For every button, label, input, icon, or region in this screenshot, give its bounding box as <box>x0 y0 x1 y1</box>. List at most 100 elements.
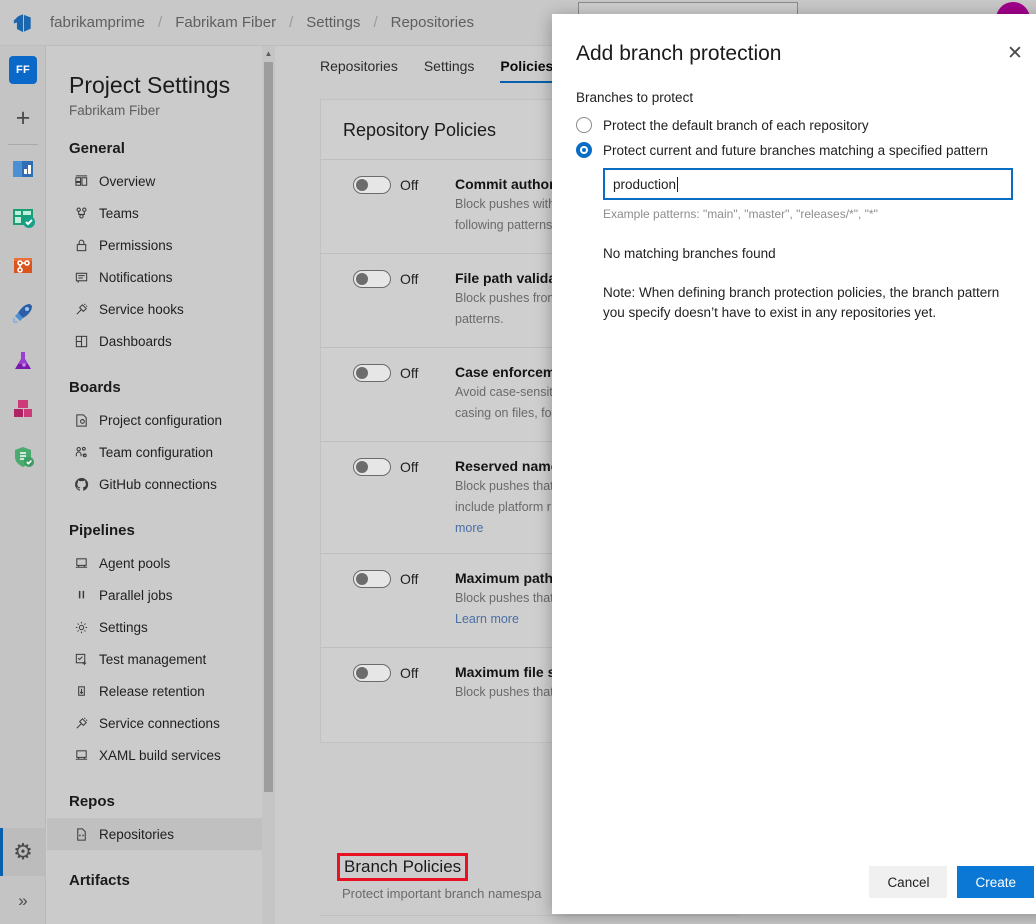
sidebar-item-label: Team configuration <box>99 445 213 460</box>
toggle-state-label: Off <box>400 459 418 475</box>
sidebar-item-label: Project configuration <box>99 413 222 428</box>
agent-pool-icon <box>73 747 89 763</box>
sidebar-item-permissions[interactable]: Permissions <box>47 229 275 261</box>
toggle-switch[interactable] <box>353 664 391 682</box>
policy-text: Commit author Block pushes with followin… <box>455 176 563 234</box>
sidebar-item-test-management[interactable]: Test management <box>47 643 275 675</box>
page-title: Project Settings <box>47 46 275 99</box>
sidebar-item-label: Agent pools <box>99 556 170 571</box>
close-icon[interactable]: ✕ <box>1000 38 1030 68</box>
toggle-switch[interactable] <box>353 458 391 476</box>
rail-item-overview[interactable] <box>0 147 46 195</box>
policy-description: patterns. <box>455 310 558 328</box>
azure-devops-logo-icon[interactable] <box>0 0 46 46</box>
artifacts-icon <box>10 396 36 427</box>
sidebar-item-project-configuration[interactable]: Project configuration <box>47 404 275 436</box>
policy-toggle-commit-author[interactable]: Off <box>321 176 455 194</box>
toggle-state-label: Off <box>400 365 418 381</box>
sidebar-scrollbar[interactable]: ▲ <box>262 46 275 924</box>
sidebar-item-label: Repositories <box>99 827 174 842</box>
breadcrumb-item-project[interactable]: Fabrikam Fiber <box>171 14 280 31</box>
no-matching-branches-message: No matching branches found <box>603 246 1028 261</box>
rail-item-repos[interactable] <box>0 243 46 291</box>
sidebar-item-team-configuration[interactable]: Team configuration <box>47 436 275 468</box>
radio-label: Protect the default branch of each repos… <box>603 118 869 133</box>
breadcrumb-item-org[interactable]: fabrikamprime <box>46 14 149 31</box>
policy-toggle-maximum-path-length[interactable]: Off <box>321 570 455 588</box>
rail-expand-button[interactable]: » <box>0 876 46 924</box>
create-new-button[interactable]: + <box>0 94 46 142</box>
tab-policies[interactable]: Policies <box>500 58 553 83</box>
breadcrumb-item-repositories[interactable]: Repositories <box>387 14 478 31</box>
tab-repositories[interactable]: Repositories <box>320 58 398 83</box>
sidebar-item-label: Test management <box>99 652 206 667</box>
policy-toggle-file-path-validation[interactable]: Off <box>321 270 455 288</box>
create-button[interactable]: Create <box>957 866 1034 898</box>
rail-item-pipelines[interactable] <box>0 291 46 339</box>
toggle-switch[interactable] <box>353 270 391 288</box>
policy-text: File path valida Block pushes from patte… <box>455 270 566 328</box>
policy-toggle-reserved-names[interactable]: Off <box>321 458 455 476</box>
sidebar-item-parallel-jobs[interactable]: Parallel jobs <box>47 579 275 611</box>
sidebar-item-xaml-build-services[interactable]: XAML build services <box>47 739 275 771</box>
radio-button-selected[interactable] <box>576 142 592 158</box>
policy-learn-more-link[interactable]: more <box>455 519 559 537</box>
toggle-switch[interactable] <box>353 570 391 588</box>
sidebar-item-github-connections[interactable]: GitHub connections <box>47 468 275 500</box>
policy-title: Maximum file s <box>455 664 555 680</box>
breadcrumb-item-settings[interactable]: Settings <box>302 14 364 31</box>
tab-settings[interactable]: Settings <box>424 58 475 83</box>
rail-item-advanced-security[interactable] <box>0 435 46 483</box>
toggle-knob <box>356 367 368 379</box>
toggle-switch[interactable] <box>353 176 391 194</box>
sidebar-item-label: Overview <box>99 174 155 189</box>
sidebar-item-label: GitHub connections <box>99 477 217 492</box>
dialog-body: Branches to protect Protect the default … <box>552 68 1036 323</box>
rail-item-boards[interactable] <box>0 195 46 243</box>
cancel-button[interactable]: Cancel <box>869 866 947 898</box>
dialog-header: Add branch protection ✕ <box>552 14 1036 68</box>
sidebar-item-repositories[interactable]: Repositories <box>47 818 275 850</box>
radio-option-pattern[interactable]: Protect current and future branches matc… <box>576 142 1028 158</box>
policy-learn-more-link[interactable]: Learn more <box>455 610 554 628</box>
repository-file-icon <box>73 826 89 842</box>
rail-item-artifacts[interactable] <box>0 387 46 435</box>
dialog-footer: Cancel Create <box>552 850 1036 914</box>
plug-icon <box>73 301 89 317</box>
sidebar-item-label: Dashboards <box>99 334 172 349</box>
breadcrumb-separator: / <box>364 14 386 31</box>
notification-icon <box>73 269 89 285</box>
overview-icon <box>10 156 36 187</box>
sidebar-item-teams[interactable]: Teams <box>47 197 275 229</box>
sidebar-item-label: Teams <box>99 206 139 221</box>
sidebar-item-overview[interactable]: Overview <box>47 165 275 197</box>
policy-description: Avoid case-sensiti <box>455 383 563 401</box>
dialog-note: Note: When defining branch protection po… <box>603 283 1023 323</box>
scrollbar-thumb[interactable] <box>264 62 273 792</box>
breadcrumb-separator: / <box>280 14 302 31</box>
policy-toggle-case-enforcement[interactable]: Off <box>321 364 455 382</box>
policy-toggle-maximum-file-size[interactable]: Off <box>321 664 455 682</box>
plug-icon <box>73 715 89 731</box>
sidebar-item-notifications[interactable]: Notifications <box>47 261 275 293</box>
sidebar-item-service-hooks[interactable]: Service hooks <box>47 293 275 325</box>
rail-item-project-settings[interactable]: ⚙ <box>0 828 46 876</box>
plus-icon: + <box>16 106 31 131</box>
radio-button[interactable] <box>576 117 592 133</box>
sidebar-item-pipelines-settings[interactable]: Settings <box>47 611 275 643</box>
toggle-switch[interactable] <box>353 364 391 382</box>
sidebar-item-service-connections[interactable]: Service connections <box>47 707 275 739</box>
sidebar-item-dashboards[interactable]: Dashboards <box>47 325 275 357</box>
overview-icon <box>73 173 89 189</box>
toggle-knob <box>356 667 368 679</box>
rail-item-test-plans[interactable] <box>0 339 46 387</box>
rail-project-badge[interactable]: FF <box>0 46 46 94</box>
branch-pattern-input[interactable]: production <box>603 168 1013 200</box>
radio-option-default-branch[interactable]: Protect the default branch of each repos… <box>576 117 1028 133</box>
sidebar-item-agent-pools[interactable]: Agent pools <box>47 547 275 579</box>
scroll-up-arrow-icon[interactable]: ▲ <box>262 46 275 60</box>
chevron-double-right-icon: » <box>18 892 27 909</box>
sidebar-item-release-retention[interactable]: Release retention <box>47 675 275 707</box>
policy-title: Case enforceme <box>455 364 563 380</box>
branch-list-item[interactable]: release <box>320 915 740 924</box>
